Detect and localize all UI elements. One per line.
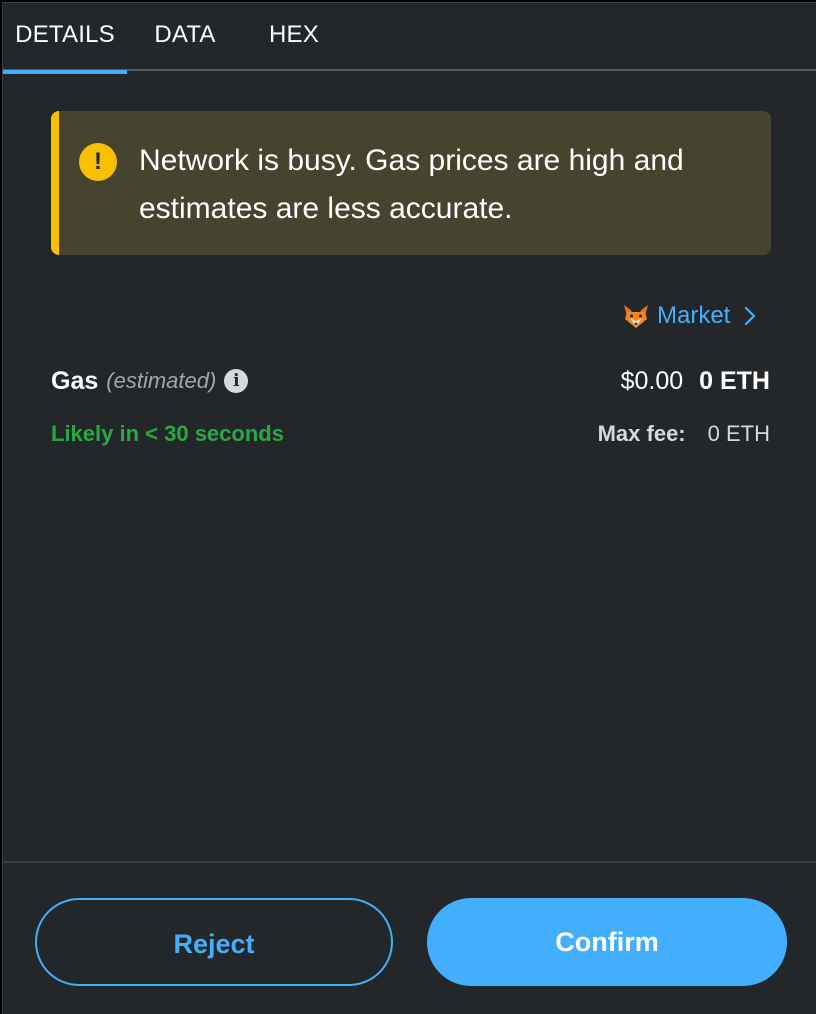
warning-message: Network is busy. Gas prices are high and… [139,144,684,225]
max-fee-row: Max fee: 0 ETH [598,416,770,452]
max-fee-label: Max fee: [597,421,686,446]
gas-eth-value: 0 ETH [699,366,770,395]
confirm-button[interactable]: Confirm [427,898,787,986]
warning-accent-bar [51,111,59,255]
market-label: Market [657,302,731,329]
exclamation-icon: ! [79,143,117,181]
tab-hex-label: HEX [269,21,319,48]
market-gas-option-link[interactable]: Market [621,296,756,336]
tab-details[interactable]: DETAILS [3,3,127,74]
footer-divider [3,861,816,863]
network-busy-warning: ! Network is busy. Gas prices are high a… [51,111,771,255]
gas-estimate-row: Gas (estimated) i [51,361,249,401]
gas-fee-values: $0.00 0 ETH [621,361,770,401]
gas-fiat-value: $0.00 [620,366,684,395]
max-fee-value: 0 ETH [707,421,770,446]
confirm-transaction-panel: DETAILS DATA HEX ! Network is busy. Gas … [2,2,816,1014]
tab-details-label: DETAILS [15,21,115,48]
gas-label: Gas [51,366,99,395]
tab-data[interactable]: DATA [143,3,227,71]
tab-bar: DETAILS DATA HEX [3,3,816,74]
gas-estimated-label: (estimated) [106,368,217,393]
chevron-right-icon [745,306,756,326]
tab-hex[interactable]: HEX [259,3,329,71]
tab-data-label: DATA [154,21,216,48]
reject-button[interactable]: Reject [35,898,393,986]
fox-icon [624,305,648,328]
likely-time-estimate: Likely in < 30 seconds [51,421,284,446]
info-icon[interactable]: i [224,369,249,393]
active-tab-indicator [3,70,127,74]
